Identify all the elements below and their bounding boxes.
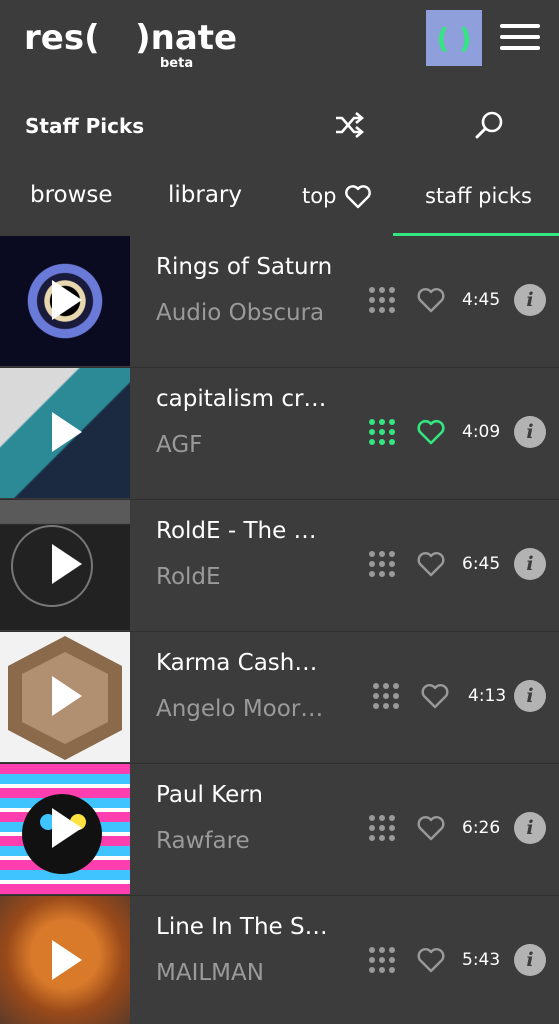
track-row[interactable]: Line In The S… MAILMAN 5:43 i xyxy=(0,896,559,1024)
track-title[interactable]: Line In The S… xyxy=(156,914,328,940)
search-icon[interactable] xyxy=(474,110,504,140)
track-title[interactable]: Karma Cash… xyxy=(156,650,317,676)
heart-icon[interactable] xyxy=(416,550,446,578)
play-icon[interactable] xyxy=(52,412,82,452)
info-icon[interactable]: i xyxy=(514,680,546,712)
track-row[interactable]: RoldE - The … RoldE 6:45 i xyxy=(0,500,559,632)
info-icon[interactable]: i xyxy=(514,944,546,976)
app-logo[interactable]: res( )nate xyxy=(24,18,237,58)
section-bar: Staff Picks xyxy=(0,90,559,160)
tab-library[interactable]: library xyxy=(168,182,242,208)
album-art[interactable] xyxy=(0,896,130,1024)
heart-icon[interactable] xyxy=(416,286,446,314)
beta-label: beta xyxy=(160,56,194,71)
heart-icon[interactable] xyxy=(420,682,450,710)
tab-top[interactable]: top xyxy=(302,184,372,210)
track-title[interactable]: Paul Kern xyxy=(156,782,263,808)
queue-handle-icon[interactable] xyxy=(368,286,398,316)
play-icon[interactable] xyxy=(52,676,82,716)
queue-handle-icon[interactable] xyxy=(368,418,398,448)
play-icon[interactable] xyxy=(52,808,82,848)
hamburger-menu-icon[interactable] xyxy=(500,24,542,52)
shuffle-icon[interactable] xyxy=(334,112,364,138)
play-icon[interactable] xyxy=(52,544,82,584)
track-row[interactable]: capitalism cr… AGF 4:09 i xyxy=(0,368,559,500)
play-icon[interactable] xyxy=(52,940,82,980)
info-icon[interactable]: i xyxy=(514,812,546,844)
album-art[interactable] xyxy=(0,632,130,762)
info-icon[interactable]: i xyxy=(514,548,546,580)
track-duration: 6:45 xyxy=(462,554,501,574)
album-art[interactable] xyxy=(0,236,130,366)
play-icon[interactable] xyxy=(52,280,82,320)
heart-icon xyxy=(345,185,372,209)
track-duration: 4:09 xyxy=(462,422,501,442)
tab-top-label: top xyxy=(302,184,337,208)
track-artist[interactable]: Rawfare xyxy=(156,828,250,854)
track-row[interactable]: Karma Cash… Angelo Moor… 4:13 i xyxy=(0,632,559,764)
heart-icon[interactable] xyxy=(416,418,446,446)
queue-handle-icon[interactable] xyxy=(368,550,398,580)
track-artist[interactable]: Audio Obscura xyxy=(156,300,324,326)
tab-browse[interactable]: browse xyxy=(30,182,113,208)
track-row[interactable]: Rings of Saturn Audio Obscura 4:45 i xyxy=(0,236,559,368)
album-art[interactable] xyxy=(0,764,130,894)
tab-staff-picks[interactable]: staff picks xyxy=(425,184,532,208)
queue-handle-icon[interactable] xyxy=(372,682,402,712)
section-title: Staff Picks xyxy=(25,114,145,138)
player-button[interactable]: ( ) xyxy=(426,10,482,66)
track-list: Rings of Saturn Audio Obscura 4:45 i cap… xyxy=(0,236,559,1024)
track-row[interactable]: Paul Kern Rawfare 6:26 i xyxy=(0,764,559,896)
track-title[interactable]: Rings of Saturn xyxy=(156,254,332,280)
track-title[interactable]: RoldE - The … xyxy=(156,518,317,544)
info-icon[interactable]: i xyxy=(514,284,546,316)
queue-handle-icon[interactable] xyxy=(368,946,398,976)
track-artist[interactable]: Angelo Moor… xyxy=(156,696,323,722)
track-artist[interactable]: RoldE xyxy=(156,564,221,590)
track-duration: 6:26 xyxy=(462,818,501,838)
heart-icon[interactable] xyxy=(416,814,446,842)
track-duration: 4:45 xyxy=(462,290,501,310)
heart-icon[interactable] xyxy=(416,946,446,974)
queue-handle-icon[interactable] xyxy=(368,814,398,844)
app-header: res( )nate beta ( ) xyxy=(0,0,559,90)
track-artist[interactable]: MAILMAN xyxy=(156,960,264,986)
track-duration: 5:43 xyxy=(462,950,501,970)
tab-bar: browse library top staff picks xyxy=(0,160,559,236)
album-art[interactable] xyxy=(0,500,130,630)
album-art[interactable] xyxy=(0,368,130,498)
track-artist[interactable]: AGF xyxy=(156,432,202,458)
track-duration: 4:13 xyxy=(468,686,507,706)
info-icon[interactable]: i xyxy=(514,416,546,448)
track-title[interactable]: capitalism cr… xyxy=(156,386,326,412)
